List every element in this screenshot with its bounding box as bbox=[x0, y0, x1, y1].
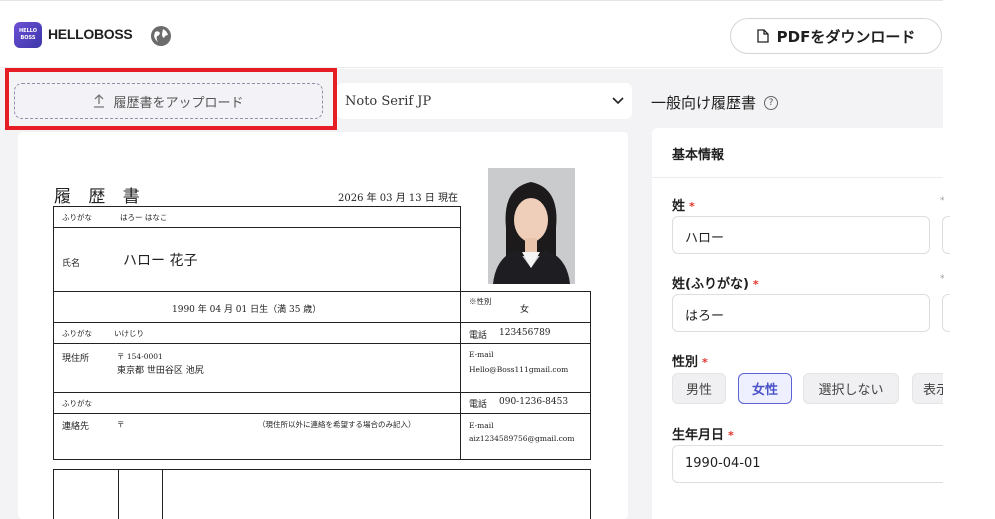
contact-furigana-label: ふりがな bbox=[62, 399, 92, 408]
highlight-box bbox=[5, 68, 337, 130]
address-value: 東京都 世田谷区 池尻 bbox=[117, 366, 204, 376]
birth-value: 1990 年 04 月 01 日生（満 35 歳） bbox=[172, 305, 322, 315]
globe-icon[interactable] bbox=[150, 25, 172, 47]
furigana-cell bbox=[53, 206, 461, 228]
birthday-label: 生年月日 * bbox=[672, 424, 734, 443]
phone-label: 電話 bbox=[469, 331, 488, 341]
email-label: E-mail bbox=[469, 350, 494, 359]
section-title: 基本情報 bbox=[672, 148, 725, 163]
name-label: 氏名 bbox=[62, 259, 81, 269]
template-title: 一般向け履歴書 ? bbox=[651, 92, 779, 113]
font-select[interactable]: Noto Serif JP bbox=[337, 83, 632, 119]
gender-option-male[interactable]: 男性 bbox=[672, 373, 726, 404]
email-value: Hello@Boss111gmail.com bbox=[469, 365, 569, 374]
contact-furigana-cell bbox=[53, 392, 461, 414]
last-name-kana-label: 姓(ふりがな) * bbox=[672, 273, 759, 292]
font-select-value: Noto Serif JP bbox=[345, 93, 432, 109]
name-cell bbox=[53, 227, 461, 292]
phone-value: 123456789 bbox=[499, 328, 551, 338]
contact-phone-label: 電話 bbox=[469, 400, 488, 410]
required-mark: * bbox=[940, 196, 945, 206]
contact-label: 連絡先 bbox=[62, 422, 90, 432]
contact-postal: 〒 bbox=[117, 420, 125, 429]
divider bbox=[652, 177, 943, 178]
gender-label: ※性別 bbox=[469, 297, 492, 306]
resume-paper: 履 歴 書 2026 年 03 月 13 日 現在 ふりがな はろー はなこ 氏… bbox=[18, 132, 628, 519]
contact-email-value: aiz1234589756@gmail.com bbox=[469, 434, 575, 443]
app-logo[interactable]: HELLO BOSS bbox=[14, 22, 42, 48]
profile-photo bbox=[488, 168, 575, 284]
last-name-kana-label-text: 姓(ふりがな) bbox=[672, 277, 749, 292]
history-col-year bbox=[118, 469, 119, 519]
pdf-download-label: PDFをダウンロード bbox=[776, 27, 916, 46]
brand-name: HELLOBOSS bbox=[48, 26, 133, 42]
history-table bbox=[53, 469, 591, 519]
document-icon bbox=[756, 29, 769, 43]
contact-note: （現住所以外に連絡を希望する場合のみ記入） bbox=[258, 420, 416, 429]
help-icon[interactable]: ? bbox=[764, 95, 779, 110]
required-mark: * bbox=[728, 429, 734, 442]
required-mark: * bbox=[689, 200, 695, 213]
name-value: ハロー 花子 bbox=[123, 253, 198, 269]
address-label: 現住所 bbox=[62, 354, 90, 364]
addr-furigana-value: いけじり bbox=[114, 329, 144, 338]
required-mark: * bbox=[940, 274, 945, 284]
birthday-input[interactable]: 1990-04-01 bbox=[672, 445, 943, 483]
history-col-month bbox=[162, 469, 163, 519]
furigana-label: ふりがな bbox=[62, 213, 92, 222]
first-name-kana-input[interactable] bbox=[942, 294, 950, 332]
resume-title: 履 歴 書 bbox=[54, 187, 146, 207]
pdf-download-button[interactable]: PDFをダウンロード bbox=[730, 18, 942, 54]
gender-label-text: 性別 bbox=[672, 355, 699, 370]
gender-option-female[interactable]: 女性 bbox=[738, 373, 792, 404]
last-name-label: 姓 * bbox=[672, 195, 695, 214]
required-mark: * bbox=[752, 278, 759, 291]
address-cell bbox=[53, 343, 461, 393]
contact-phone-value: 090-1236-8453 bbox=[499, 397, 569, 407]
last-name-kana-input[interactable]: はろー bbox=[672, 294, 930, 332]
first-name-input[interactable] bbox=[942, 216, 950, 254]
required-mark: * bbox=[702, 356, 708, 369]
template-title-text: 一般向け履歴書 bbox=[651, 94, 757, 112]
birthday-label-text: 生年月日 bbox=[672, 428, 725, 443]
gender-option-none[interactable]: 選択しない bbox=[803, 373, 899, 404]
resume-date: 2026 年 03 月 13 日 現在 bbox=[338, 193, 458, 204]
gender-label: 性別 * bbox=[672, 351, 708, 370]
postal-code: 〒 154-0001 bbox=[117, 352, 163, 361]
last-name-label-text: 姓 bbox=[672, 199, 686, 214]
contact-email-label: E-mail bbox=[469, 421, 494, 430]
gender-value: 女 bbox=[520, 305, 530, 315]
furigana-value: はろー はなこ bbox=[120, 213, 168, 222]
gender-option-display[interactable]: 表示 bbox=[912, 373, 943, 404]
chevron-down-icon bbox=[612, 97, 624, 105]
addr-furigana-label: ふりがな bbox=[62, 329, 92, 338]
last-name-input[interactable]: ハロー bbox=[672, 216, 930, 254]
gender-option-display-text: 表示 bbox=[923, 383, 943, 398]
